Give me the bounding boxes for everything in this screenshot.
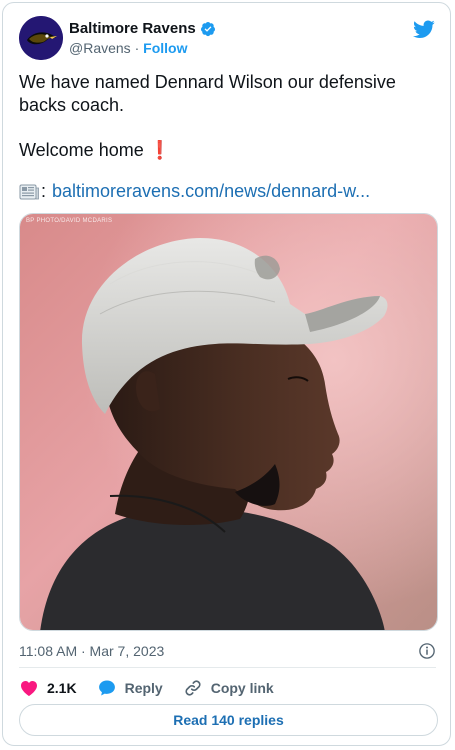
copy-link-button[interactable]: Copy link [183,678,274,698]
author-name-row: Baltimore Ravens [69,20,216,37]
author-display-name[interactable]: Baltimore Ravens [69,20,196,37]
tweet-body: We have named Dennard Wilson our defensi… [19,71,429,162]
coach-portrait-image [20,214,437,630]
reply-button[interactable]: Reply [97,678,163,698]
link-prefix: : [41,181,47,201]
tweet-card: Baltimore Ravens @Ravens · Follow We hav… [2,2,451,746]
tweet-actions: 2.1K Reply Copy link [19,678,294,698]
author-handle[interactable]: @Ravens [69,40,131,56]
ravens-logo-icon [19,16,63,60]
tweet-timestamp[interactable]: 11:08 AM · Mar 7, 2023 [19,643,164,659]
reply-label: Reply [124,680,163,696]
article-link-row: : baltimoreravens.com/news/dennard-w... [19,181,370,202]
tweet-text-line-1: We have named Dennard Wilson our defensi… [19,72,396,115]
article-link[interactable]: baltimoreravens.com/news/dennard-w... [52,181,370,202]
welcome-text: Welcome home [19,140,144,160]
exclamation-emoji-icon: ❗ [148,140,172,160]
handle-separator: · [134,40,140,56]
info-icon[interactable] [418,642,436,660]
like-button[interactable]: 2.1K [19,678,77,698]
read-replies-button[interactable]: Read 140 replies [19,704,438,736]
reply-bubble-icon [98,680,115,696]
newspaper-emoji-icon [19,183,39,201]
verified-badge-icon [200,21,215,36]
ravens-avatar[interactable] [19,16,63,60]
like-count: 2.1K [47,680,77,696]
follow-button[interactable]: Follow [143,40,187,56]
twitter-bird-icon[interactable] [412,18,436,40]
copy-link-label: Copy link [210,680,274,696]
photo-credit: BP PHOTO/DAVID MCDARIS [26,218,113,224]
link-chain-icon [185,680,201,696]
heart-icon [21,681,37,696]
author-handle-row: @Ravens · Follow [69,40,187,56]
tweet-text-line-2: Welcome home ❗ [19,139,429,162]
divider [19,667,436,668]
tweet-photo[interactable]: BP PHOTO/DAVID MCDARIS [19,213,438,631]
